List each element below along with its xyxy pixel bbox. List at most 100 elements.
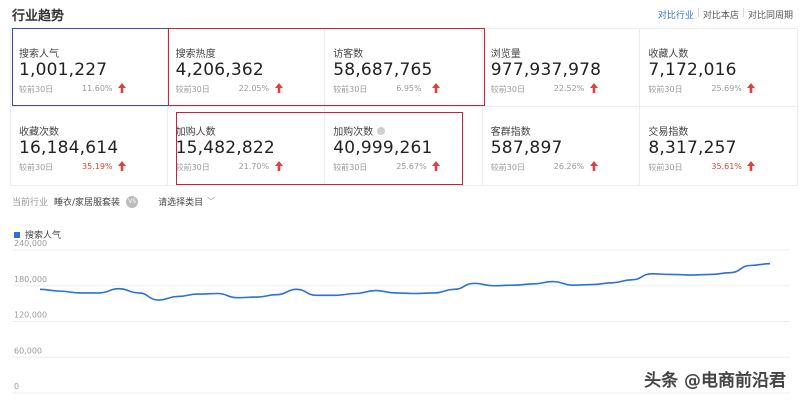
data-point[interactable] xyxy=(550,279,556,285)
data-point[interactable] xyxy=(609,280,615,286)
data-point[interactable] xyxy=(155,297,161,303)
metric-label-text: 访客数 xyxy=(333,49,364,60)
data-point[interactable] xyxy=(511,282,517,288)
metric-card[interactable]: 浏览量 977,937,978 较前30日 22.52% xyxy=(483,29,641,106)
data-point[interactable] xyxy=(392,290,398,296)
data-point[interactable] xyxy=(195,291,201,297)
metric-label-text: 加购人数 xyxy=(175,127,216,138)
compare-label: 较前30日 xyxy=(648,163,683,172)
compare-percent: 25.67% xyxy=(396,162,427,171)
data-point[interactable] xyxy=(649,271,655,277)
arrow-up-icon xyxy=(432,83,441,93)
data-point[interactable] xyxy=(234,295,240,301)
data-point[interactable] xyxy=(333,292,339,298)
metric-card[interactable]: 访客数 58,687,765 较前30日 6.95% xyxy=(325,29,483,106)
vs-badge: VS xyxy=(126,195,139,208)
metric-card[interactable]: 收藏人数 7,172,016 较前30日 25.69% xyxy=(640,29,798,106)
y-tick-label: 120,000 xyxy=(14,311,47,320)
compare-label: 较前30日 xyxy=(333,85,368,94)
data-point[interactable] xyxy=(491,283,497,289)
series-line[interactable] xyxy=(39,262,771,301)
metric-label: 客群指数 xyxy=(491,123,531,138)
data-point[interactable] xyxy=(728,270,734,276)
metric-card[interactable]: 加购次数 40,999,261 较前30日 25.67% xyxy=(325,107,483,185)
metrics-row: 搜索人气 1,001,227 较前30日 11.60% 搜索热度 4,206,3… xyxy=(10,28,798,107)
metrics-row: 收藏次数 16,184,614 较前30日 35.19% 加购人数 15,482… xyxy=(10,107,798,186)
metric-card[interactable]: 搜索人气 1,001,227 较前30日 11.60% xyxy=(10,29,168,106)
data-point[interactable] xyxy=(432,290,438,296)
arrow-up-icon xyxy=(432,161,441,171)
data-point[interactable] xyxy=(254,294,260,300)
header: 行业趋势 对比行业 | 对比本店 | 对比同周期 xyxy=(0,0,800,26)
data-point[interactable] xyxy=(471,280,477,286)
category-select[interactable]: 请选择类目 ﹀ xyxy=(158,195,215,208)
data-point[interactable] xyxy=(175,293,181,299)
compare-period-link[interactable]: 对比同周期 xyxy=(745,8,796,21)
data-point[interactable] xyxy=(293,286,299,292)
arrow-up-icon xyxy=(589,83,598,93)
metric-value: 15,482,822 xyxy=(175,138,275,158)
metric-label-text: 浏览量 xyxy=(490,49,521,60)
metric-value: 58,687,765 xyxy=(333,60,433,80)
filter-label: 当前行业 xyxy=(12,198,49,208)
compare-label: 较前30日 xyxy=(333,163,368,172)
info-icon[interactable] xyxy=(377,126,386,135)
compare-percent: 22.05% xyxy=(238,84,270,93)
metric-label: 交易指数 xyxy=(648,123,688,138)
data-point[interactable] xyxy=(76,290,82,296)
data-point[interactable] xyxy=(37,286,43,292)
data-point[interactable] xyxy=(136,290,142,296)
data-point[interactable] xyxy=(313,292,319,298)
metric-value: 16,184,614 xyxy=(19,138,119,158)
filter-bar: 当前行业 睡衣/家居服套装 VS 请选择类目 ﹀ xyxy=(12,195,215,208)
metric-label: 搜索热度 xyxy=(176,45,216,60)
data-point[interactable] xyxy=(96,290,102,296)
compare-percent: 25.69% xyxy=(711,84,742,93)
metric-card[interactable]: 搜索热度 4,206,362 较前30日 22.05% xyxy=(168,29,326,106)
metric-label: 加购人数 xyxy=(176,123,216,138)
data-point[interactable] xyxy=(668,271,674,277)
data-point[interactable] xyxy=(372,288,378,294)
data-point[interactable] xyxy=(215,290,221,296)
chevron-down-icon: ﹀ xyxy=(207,197,216,206)
metric-card[interactable]: 客群指数 587,897 较前30日 26.26% xyxy=(483,107,641,185)
y-tick-label: 0 xyxy=(14,382,19,391)
compare-industry-link[interactable]: 对比行业 xyxy=(655,8,697,21)
data-point[interactable] xyxy=(274,292,280,298)
data-point[interactable] xyxy=(747,262,753,268)
compare-store-link[interactable]: 对比本店 xyxy=(700,8,742,21)
page-title: 行业趋势 xyxy=(12,9,65,24)
data-point[interactable] xyxy=(530,281,536,287)
data-point[interactable] xyxy=(767,261,773,267)
data-point[interactable] xyxy=(353,290,359,296)
compare-percent: 21.70% xyxy=(238,162,270,171)
compare-label: 较前30日 xyxy=(19,163,54,172)
data-point[interactable] xyxy=(688,272,694,278)
metric-value: 977,937,978 xyxy=(490,60,602,80)
metric-card[interactable]: 收藏次数 16,184,614 较前30日 35.19% xyxy=(10,107,168,185)
data-point[interactable] xyxy=(451,286,457,292)
metric-label: 浏览量 xyxy=(491,45,521,60)
compare-percent: 35.19% xyxy=(82,162,113,171)
arrow-up-icon xyxy=(747,161,756,171)
metric-label: 搜索人气 xyxy=(19,45,59,60)
metric-label-text: 客群指数 xyxy=(490,127,531,138)
metric-label-text: 收藏人数 xyxy=(648,49,689,60)
data-point[interactable] xyxy=(629,277,635,283)
arrow-up-icon xyxy=(118,83,126,93)
data-point[interactable] xyxy=(570,282,576,288)
arrow-up-icon xyxy=(747,83,756,93)
compare-links: 对比行业 | 对比本店 | 对比同周期 xyxy=(655,8,796,21)
metric-card[interactable]: 交易指数 8,317,257 较前30日 35.61% xyxy=(640,107,798,185)
compare-percent: 26.26% xyxy=(553,162,585,171)
data-point[interactable] xyxy=(708,271,714,277)
compare-label: 较前30日 xyxy=(19,85,54,94)
data-point[interactable] xyxy=(412,290,418,296)
metric-label: 访客数 xyxy=(333,45,363,60)
data-point[interactable] xyxy=(57,288,63,294)
data-point[interactable] xyxy=(116,286,122,292)
metric-value: 40,999,261 xyxy=(333,138,433,158)
compare-label: 较前30日 xyxy=(648,85,683,94)
metric-card[interactable]: 加购人数 15,482,822 较前30日 21.70% xyxy=(168,107,326,185)
data-point[interactable] xyxy=(589,282,595,288)
